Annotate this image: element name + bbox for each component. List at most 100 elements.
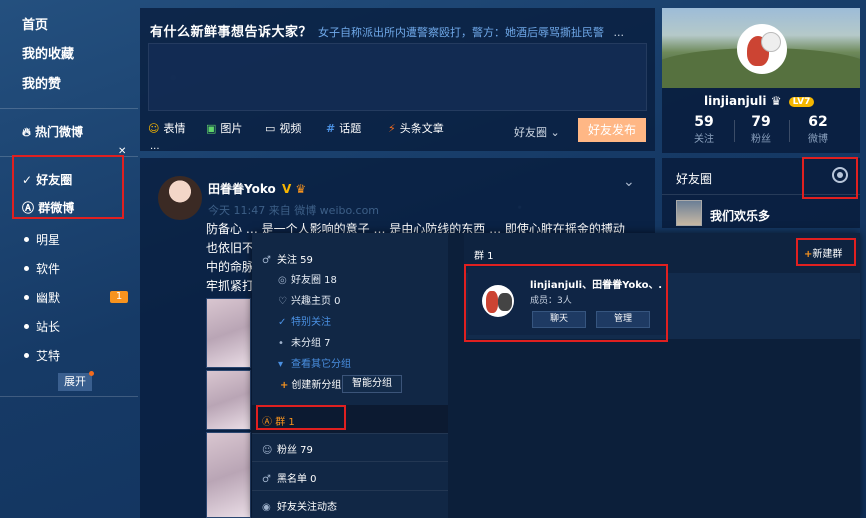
article-button[interactable]: ⚡︎ 头条文章 [388,120,444,136]
post-textarea[interactable] [148,43,647,111]
post-image[interactable] [206,298,251,368]
manage-button[interactable]: 管理 [596,311,650,328]
visibility-dropdown[interactable]: 好友圈 ⌄ [514,124,560,140]
avatar[interactable] [737,24,787,74]
nav-favorites[interactable]: 我的收藏 [22,43,74,62]
chevron-down-icon: ⌄ [550,126,560,139]
chevron-down-icon[interactable]: ⌄ [623,174,635,190]
nav-sub-humor[interactable]: 幽默 [24,289,60,306]
group-member-name[interactable]: 我们欢乐多 [710,207,770,224]
level-badge: LV7 [788,97,815,107]
popup-group-panel: 群 1 +新建群 linjianjuli、田眷眷Yoko、… 成员：3人 聊天 … [464,233,860,518]
plus-icon: + [280,380,289,391]
new-group-button[interactable]: +新建群 [804,245,842,260]
more-icon[interactable]: ··· [150,144,160,155]
left-nav: 首页 我的收藏 我的赞 🔥︎ 热门微博 ✕ ✓ 好友圈 Ⓐ 群微博 明星 软件 … [0,0,138,518]
group-card[interactable]: linjianjuli、田眷眷Yoko、… 成员：3人 聊天 管理 [468,267,666,335]
menu-ungrouped[interactable]: • 未分组 7 [278,334,331,349]
dot-icon [24,266,29,271]
nav-hot-weibo[interactable]: 🔥︎ 热门微博 [22,123,83,140]
check-icon: ✓ [22,173,33,187]
post-avatar[interactable] [158,176,202,220]
post-image[interactable] [206,432,251,518]
dot-icon [24,237,29,242]
crown-icon: ♛ [770,94,782,108]
target-icon: ◉ [262,502,271,513]
post-image[interactable] [206,370,251,430]
menu-follow[interactable]: ♂ 关注 59 [262,251,313,266]
publish-button[interactable]: 好友发布 [578,118,646,142]
verified-icon: V [281,182,292,196]
nav-group-weibo[interactable]: Ⓐ 群微博 [22,199,74,216]
post-meta: 今天 11:47 来自 微博 weibo.com [208,204,380,217]
hot-topic-link[interactable]: 女子自称派出所内遭警察殴打，警方：她酒后辱骂撕扯民警 ... [318,24,648,40]
nav-divider [0,396,138,397]
emoji-icon: ☺ [148,122,160,135]
nav-divider [0,156,138,157]
nav-friends-circle[interactable]: ✓ 好友圈 [22,171,72,188]
dot-icon [24,295,29,300]
expand-button[interactable]: 展开 [58,371,94,391]
vip-icon: ♛ [295,182,307,196]
check-icon: ✓ [278,317,287,328]
follow-manager-popup: ♂ 关注 59 ◎ 好友圈 18 ♡ 兴趣主页 0 ✓ 特别关注 • 未分组 7 ▾ 查看其… [252,233,860,518]
menu-groups[interactable]: Ⓐ 群 1 [262,413,295,428]
dot-icon [24,353,29,358]
group-avatar [482,285,514,317]
triangle-down-icon: ▾ [278,359,284,370]
publisher: 有什么新鲜事想告诉大家？ 女子自称派出所内遭警察殴打，警方：她酒后辱骂撕扯民警 … [140,8,655,155]
widget-title: 好友圈 [676,172,713,186]
nav-home[interactable]: 首页 [22,14,48,33]
hashtag-icon: # [326,122,336,135]
users-icon: ☺ [262,445,273,456]
block-icon: ♂ [262,474,271,485]
post-author[interactable]: 田眷眷Yoko V ♛ [208,180,306,197]
at-icon: Ⓐ [22,201,35,215]
nav-sub-mention[interactable]: 艾特 [24,347,60,364]
circle-icon: ◎ [278,275,287,286]
unread-badge: 1 [110,291,128,303]
heart-icon: ♡ [278,296,287,307]
nav-divider [0,108,138,109]
image-button[interactable]: ▣ 图片 [206,120,242,136]
at-icon: Ⓐ [262,417,272,428]
menu-friends-activity[interactable]: ◉ 好友关注动态 [262,498,337,513]
publisher-title: 有什么新鲜事想告诉大家？ [150,25,313,40]
topic-button[interactable]: # 话题 [326,120,361,136]
lightning-icon: ⚡︎ [388,122,396,135]
settings-icon[interactable] [832,167,848,183]
emoji-button[interactable]: ☺ 表情 [148,120,185,136]
username[interactable]: linjianjuli ♛ LV7 [704,94,815,108]
profile-card: linjianjuli ♛ LV7 59 关注 79 粉丝 62 微博 [662,8,860,153]
video-button[interactable]: ▭ 视频 [265,120,301,136]
image-icon: ▣ [206,122,217,135]
new-dot [89,371,94,376]
menu-friends-circle[interactable]: ◎ 好友圈 18 [278,271,337,286]
menu-fans[interactable]: ☺ 粉丝 79 [262,441,313,456]
avatar[interactable] [676,200,702,226]
dot-icon: • [278,338,284,349]
group-members: 成员：3人 [530,296,572,306]
nav-sub-webmaster[interactable]: 站长 [24,318,60,335]
popup-left-menu: ♂ 关注 59 ◎ 好友圈 18 ♡ 兴趣主页 0 ✓ 特别关注 • 未分组 7 ▾ 查看其… [252,233,448,518]
nav-sub-stars[interactable]: 明星 [24,231,60,248]
menu-blacklist[interactable]: ♂ 黑名单 0 [262,470,317,485]
stat-fans[interactable]: 79 粉丝 [731,114,791,145]
user-icon: ♂ [262,255,271,266]
dot-icon [24,324,29,329]
smart-group-button[interactable]: 智能分组 [342,375,402,393]
chat-button[interactable]: 聊天 [532,311,586,328]
friends-circle-widget: 好友圈 我们欢乐多 [662,158,860,228]
stat-following[interactable]: 59 关注 [674,114,734,145]
nav-sub-software[interactable]: 软件 [24,260,60,277]
menu-interest-pages[interactable]: ♡ 兴趣主页 0 [278,292,341,307]
create-group-button[interactable]: + 创建新分组 [280,376,341,391]
fire-icon: 🔥︎ [22,125,31,139]
group-name[interactable]: linjianjuli、田眷眷Yoko、… [530,276,662,291]
video-icon: ▭ [265,122,276,135]
nav-likes[interactable]: 我的赞 [22,73,61,92]
menu-special-follow[interactable]: ✓ 特别关注 [278,313,331,328]
menu-view-other-groups[interactable]: ▾ 查看其它分组 [278,355,351,370]
stat-weibo[interactable]: 62 微博 [788,114,848,145]
group-panel-title: 群 1 [474,251,494,262]
